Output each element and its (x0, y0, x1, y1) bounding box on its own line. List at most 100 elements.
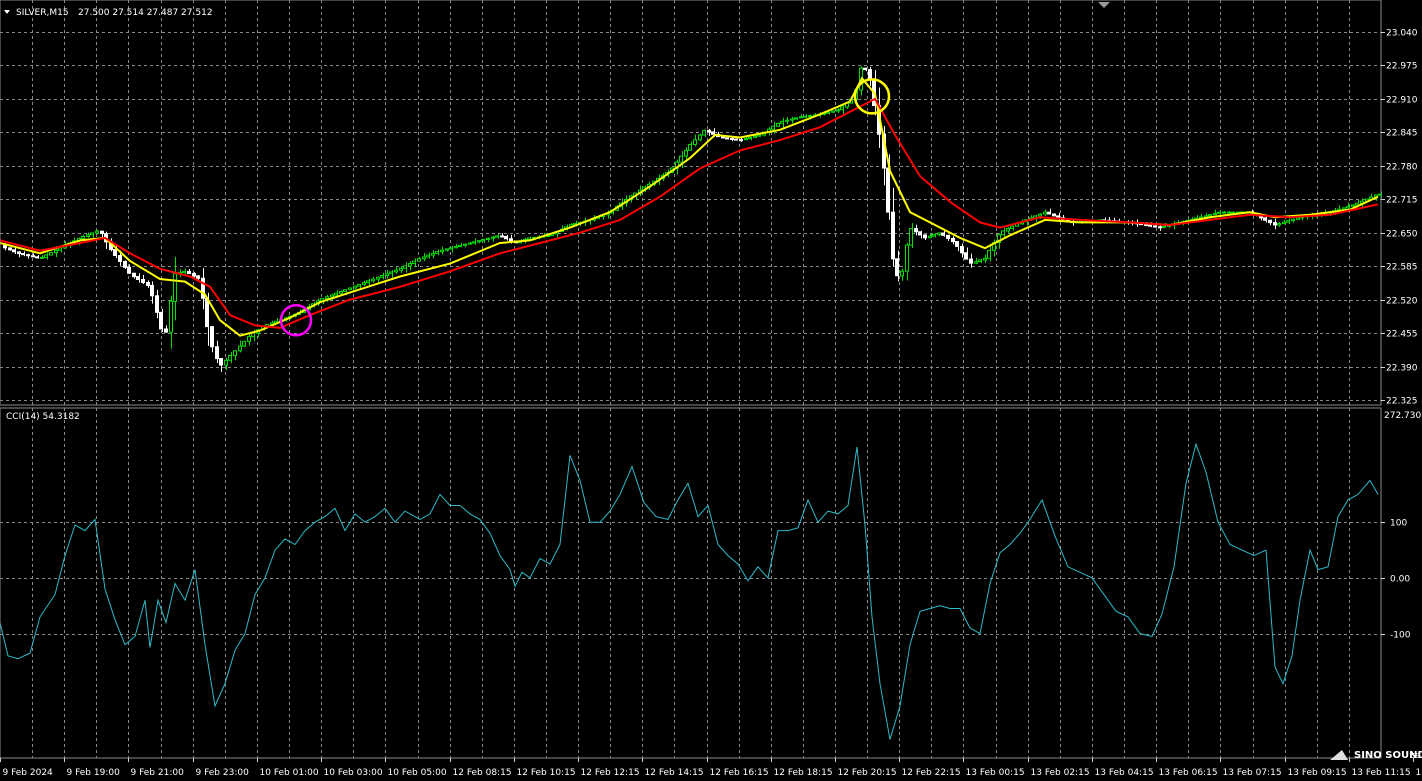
candle-body (891, 211, 895, 260)
candle-body (955, 241, 959, 247)
price-tick-label: 22.390 (1386, 364, 1418, 374)
time-tick-label: 10 Feb 01:00 (260, 768, 319, 778)
candle-body (509, 238, 513, 242)
candle-body (21, 253, 25, 256)
candle-body (242, 340, 246, 347)
candle-body (937, 232, 941, 236)
candle-body (1043, 211, 1047, 215)
candle-body (192, 273, 196, 277)
candle-body (1204, 215, 1208, 218)
candle-body (771, 125, 775, 130)
candle-body (449, 247, 453, 250)
candle-body (923, 234, 927, 239)
time-tick-label: 12 Feb 22:15 (902, 768, 961, 778)
candle-body (504, 235, 508, 240)
candle-body (472, 241, 476, 244)
candle-body (744, 138, 748, 141)
candle-body (840, 106, 844, 111)
candle-body (343, 289, 347, 292)
candle-body (146, 281, 150, 286)
time-tick-label: 12 Feb 16:15 (710, 768, 769, 778)
candle-body (412, 260, 416, 265)
candle-body (219, 358, 223, 366)
candle-body (463, 243, 467, 246)
price-tick-label: 22.975 (1386, 62, 1418, 72)
candle-body (431, 252, 435, 256)
time-tick-label: 12 Feb 10:15 (517, 768, 576, 778)
candle-body (725, 137, 729, 140)
candle-body (495, 235, 499, 238)
time-tick-label: 13 Feb 09:15 (1288, 768, 1347, 778)
candle-body (440, 249, 444, 253)
candle-body (1148, 224, 1152, 227)
candle-body (1263, 217, 1267, 221)
candle-body (914, 228, 918, 233)
candle-body (169, 300, 173, 333)
candle-body (698, 134, 702, 141)
candle-body (334, 292, 338, 296)
time-tick-label: 12 Feb 08:15 (453, 768, 512, 778)
candle-body (693, 139, 697, 146)
cci-label: CCI(14) 54.3182 (6, 412, 80, 422)
candle-body (150, 284, 154, 297)
candle-body (1227, 211, 1231, 214)
candle-body (1153, 225, 1157, 228)
candle-body (35, 256, 39, 259)
candle-body (251, 332, 255, 338)
candle-body (748, 136, 752, 140)
time-tick-label: 12 Feb 18:15 (774, 768, 833, 778)
candle-body (969, 258, 973, 264)
candle-body (173, 273, 177, 302)
candle-body (895, 258, 899, 277)
candle-body (113, 249, 117, 257)
candle-body (49, 252, 53, 256)
candle-body (1222, 211, 1226, 214)
time-tick-label: 13 Feb 02:15 (1031, 768, 1090, 778)
candle-body (491, 236, 495, 239)
candle-body (688, 144, 692, 151)
candle-body (702, 129, 706, 136)
candle-body (380, 275, 384, 278)
candle-body (435, 251, 439, 254)
candle-body (711, 131, 715, 135)
candle-body (17, 251, 21, 255)
chart-root: 23.040 22.975 22.910 22.845 22.780 22.715 22.6… (0, 0, 1422, 781)
candle-body (394, 269, 398, 273)
candle-body (679, 155, 683, 163)
candle-body (803, 115, 807, 118)
candle-body (1355, 202, 1359, 206)
candle-body (366, 280, 370, 284)
time-tick-label: 13 Feb 07:15 (1223, 768, 1282, 778)
candle-body (886, 167, 890, 213)
candle-body (1001, 230, 1005, 236)
candle-body (1342, 207, 1346, 210)
candle-body (426, 254, 430, 258)
candle-body (905, 244, 909, 272)
candle-body (500, 235, 504, 238)
candle-body (1346, 205, 1350, 209)
candle-body (776, 122, 780, 127)
candle-body (233, 350, 237, 357)
candle-body (454, 246, 458, 249)
candle-body (527, 237, 531, 241)
candle-body (339, 290, 343, 294)
candle-body (118, 255, 122, 262)
candle-body (141, 278, 145, 283)
candle-body (739, 139, 743, 142)
candle-body (932, 234, 936, 237)
time-tick-label: 12 Feb 12:15 (581, 768, 640, 778)
time-tick-label: 9 Feb 2024 (3, 768, 54, 778)
candle-body (196, 275, 200, 279)
candle-body (757, 134, 761, 137)
candle-body (31, 255, 35, 258)
candle-body (785, 119, 789, 122)
candle-body (794, 117, 798, 120)
candle-body (983, 257, 987, 261)
candle-body (1010, 225, 1014, 230)
candle-body (1277, 223, 1281, 226)
candle-body (353, 285, 357, 289)
candle-body (1351, 204, 1355, 207)
candle-body (1158, 226, 1162, 229)
candle-body (486, 237, 490, 240)
candle-body (215, 346, 219, 360)
